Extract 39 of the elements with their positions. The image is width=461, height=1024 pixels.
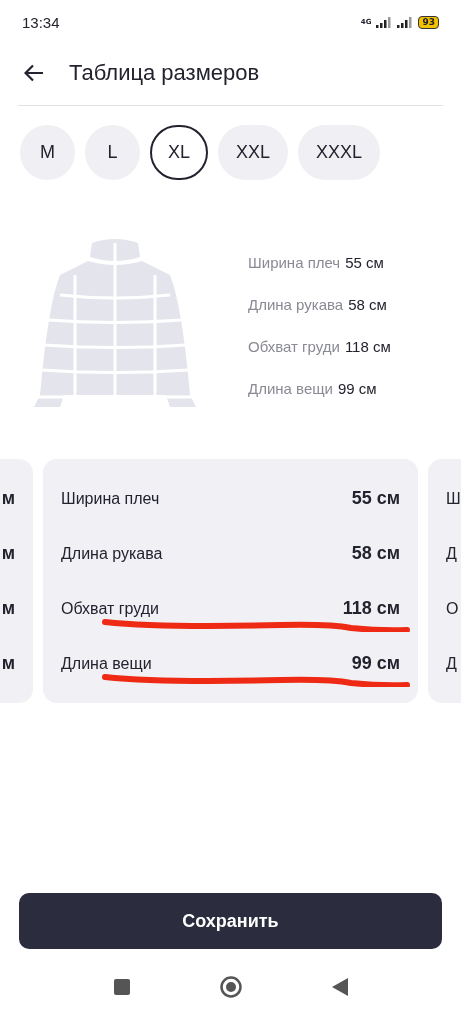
card-label: Длина вещи [61,654,152,673]
signal-icon [376,16,393,28]
page-title: Таблица размеров [69,60,260,86]
battery-indicator: 93 [418,15,439,29]
size-chip[interactable]: XXXL [298,125,381,180]
recent-apps-icon[interactable] [113,978,130,995]
card-value: м [1,543,15,564]
signal-icon [397,16,414,28]
measurement-label: Длина рукава [248,295,344,313]
home-icon[interactable] [219,975,242,998]
card-label: О [446,599,459,618]
status-time: 13:34 [22,13,60,31]
measurement-label: Ширина плеч [248,253,341,271]
card-label: Ш [446,489,461,508]
card-value: 58 см [351,543,400,564]
card-label: Д [446,544,457,563]
card-label: Обхват груди [61,599,159,618]
size-chip[interactable]: XXL [218,125,289,180]
measurement-value: 58 см [348,295,387,313]
measurement-label: Обхват груди [248,337,340,355]
card-label: Д [446,654,457,673]
card-value: 118 см [342,598,400,619]
measurement-value: 99 см [337,379,377,397]
card-value: 55 см [351,488,400,509]
save-button[interactable]: Сохранить [19,893,442,949]
size-chip[interactable]: L [85,125,140,180]
size-chip[interactable]: XL [150,125,209,180]
measurement-label: Длина вещи [248,379,333,397]
back-icon[interactable] [331,977,348,996]
card-value: м [1,488,15,509]
card-label: Длина рукава [61,544,163,563]
measurement-value: 118 см [344,337,391,355]
card-value: м [1,598,15,619]
back-arrow-icon[interactable] [24,64,44,82]
measurement-value: 55 см [345,253,384,271]
card-label: Ширина плеч [61,489,160,508]
card-value: м [1,653,15,674]
size-chip[interactable]: M [20,125,75,180]
card-value: 99 см [351,653,400,674]
